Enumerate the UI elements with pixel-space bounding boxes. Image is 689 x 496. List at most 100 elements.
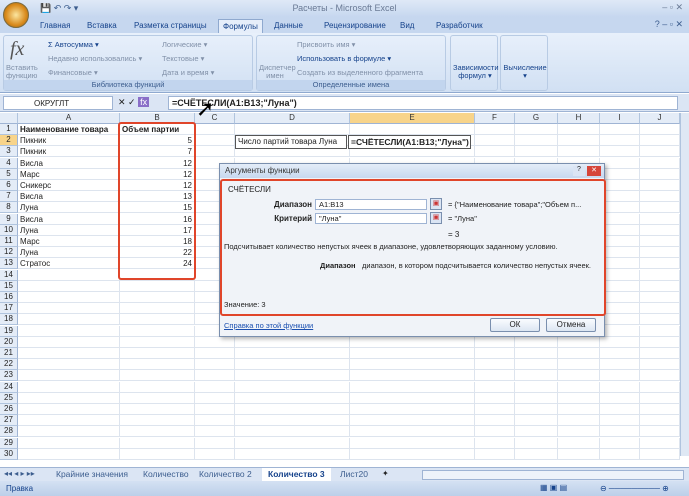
cell[interactable] xyxy=(120,336,195,348)
insert-function-button[interactable]: Вставить функцию xyxy=(6,64,42,80)
cell[interactable]: Пикник xyxy=(18,146,120,158)
row-header[interactable]: 18 xyxy=(0,314,18,326)
help-icon[interactable]: ? – ▫ ✕ xyxy=(655,19,683,30)
cell[interactable] xyxy=(350,448,475,460)
select-all[interactable] xyxy=(0,113,18,124)
cell[interactable] xyxy=(515,359,558,371)
cell[interactable] xyxy=(640,426,680,438)
cell[interactable] xyxy=(475,336,515,348)
cell[interactable] xyxy=(18,325,120,337)
cell[interactable] xyxy=(640,448,680,460)
cell[interactable] xyxy=(195,404,235,415)
cell[interactable] xyxy=(120,314,195,326)
cell[interactable]: Стратос xyxy=(18,258,120,270)
cell[interactable] xyxy=(18,404,120,415)
cell[interactable] xyxy=(18,348,120,359)
tab-formulas[interactable]: Формулы xyxy=(218,19,263,33)
cell[interactable] xyxy=(600,370,640,382)
cell[interactable] xyxy=(120,426,195,438)
cell[interactable] xyxy=(195,146,235,158)
cell[interactable] xyxy=(120,359,195,371)
cell[interactable] xyxy=(18,280,120,292)
sheet-tab[interactable]: Количество 2 xyxy=(193,468,258,481)
cell[interactable] xyxy=(475,124,515,135)
assign-name-button[interactable]: Присвоить имя ▾ xyxy=(297,40,355,49)
cell[interactable] xyxy=(515,146,558,158)
row-header[interactable]: 9 xyxy=(0,213,18,225)
cancel-confirm-icons[interactable]: ✕ ✓ fx xyxy=(118,97,150,108)
cell[interactable] xyxy=(558,146,600,158)
cell[interactable] xyxy=(195,381,235,393)
zoom-slider[interactable]: ⊖ ───────── ⊕ xyxy=(600,484,669,493)
cell[interactable]: Висла xyxy=(18,191,120,203)
cell[interactable] xyxy=(640,292,680,303)
cell[interactable] xyxy=(640,202,680,214)
dependencies-button[interactable]: Зависимости формул ▾ xyxy=(453,64,499,80)
cell[interactable] xyxy=(515,348,558,359)
cell[interactable] xyxy=(120,404,195,415)
cell[interactable] xyxy=(600,157,640,169)
cell[interactable] xyxy=(640,224,680,236)
cell[interactable] xyxy=(558,370,600,382)
cell[interactable] xyxy=(640,258,680,270)
cell[interactable] xyxy=(120,392,195,404)
cell[interactable] xyxy=(640,437,680,449)
cell[interactable]: Висла xyxy=(18,157,120,169)
cell[interactable] xyxy=(558,135,600,147)
logical-button[interactable]: Логические ▾ xyxy=(162,40,207,49)
cell[interactable] xyxy=(558,124,600,135)
cell[interactable] xyxy=(600,247,640,259)
row-header[interactable]: 28 xyxy=(0,426,18,438)
cell[interactable] xyxy=(640,269,680,281)
cell[interactable] xyxy=(600,124,640,135)
cell[interactable] xyxy=(350,392,475,404)
cell[interactable] xyxy=(558,381,600,393)
cell[interactable] xyxy=(640,314,680,326)
cell[interactable]: Наименование товара xyxy=(18,124,120,135)
name-manager-button[interactable]: Диспетчер имен xyxy=(259,64,296,80)
help-icon[interactable]: ? xyxy=(573,166,585,176)
sheet-tab[interactable]: Лист20 xyxy=(334,468,374,481)
cell[interactable] xyxy=(195,124,235,135)
cell[interactable] xyxy=(18,426,120,438)
cell[interactable]: Луна xyxy=(18,247,120,259)
cell[interactable] xyxy=(235,392,350,404)
cell[interactable] xyxy=(235,437,350,449)
cell[interactable] xyxy=(475,448,515,460)
cell[interactable] xyxy=(475,437,515,449)
row-header[interactable]: 11 xyxy=(0,236,18,247)
cell[interactable] xyxy=(558,426,600,438)
cell[interactable] xyxy=(18,359,120,371)
tab-developer[interactable]: Разработчик xyxy=(432,19,487,33)
cell[interactable] xyxy=(195,370,235,382)
cell[interactable] xyxy=(600,415,640,427)
cell[interactable] xyxy=(235,124,350,135)
cell[interactable] xyxy=(600,236,640,247)
cell[interactable] xyxy=(195,392,235,404)
cell[interactable] xyxy=(558,348,600,359)
recent-button[interactable]: Недавно использовались ▾ xyxy=(48,54,142,63)
row-header[interactable]: 5 xyxy=(0,168,18,180)
formula-input[interactable]: =СЧЁТЕСЛИ(A1:B13;"Луна") xyxy=(168,96,678,110)
cell[interactable] xyxy=(350,359,475,371)
cell[interactable] xyxy=(18,437,120,449)
cell[interactable]: Марс xyxy=(18,236,120,247)
column-header[interactable]: E xyxy=(350,113,475,124)
row-header[interactable]: 15 xyxy=(0,280,18,292)
row-header[interactable]: 14 xyxy=(0,269,18,281)
ok-button[interactable]: ОК xyxy=(490,318,540,332)
cell[interactable] xyxy=(195,426,235,438)
cell-e2[interactable]: =СЧЁТЕСЛИ(A1:B13;"Луна") xyxy=(348,135,471,149)
cell[interactable]: Луна xyxy=(18,224,120,236)
cell[interactable] xyxy=(515,392,558,404)
cell[interactable] xyxy=(515,437,558,449)
row-header[interactable]: 16 xyxy=(0,292,18,303)
row-header[interactable]: 2 xyxy=(0,135,18,147)
cell[interactable] xyxy=(600,314,640,326)
cell[interactable] xyxy=(235,404,350,415)
cell[interactable] xyxy=(195,135,235,147)
cell[interactable] xyxy=(640,348,680,359)
tab-view[interactable]: Вид xyxy=(396,19,418,33)
column-header[interactable]: A xyxy=(18,113,120,124)
cell[interactable] xyxy=(18,292,120,303)
